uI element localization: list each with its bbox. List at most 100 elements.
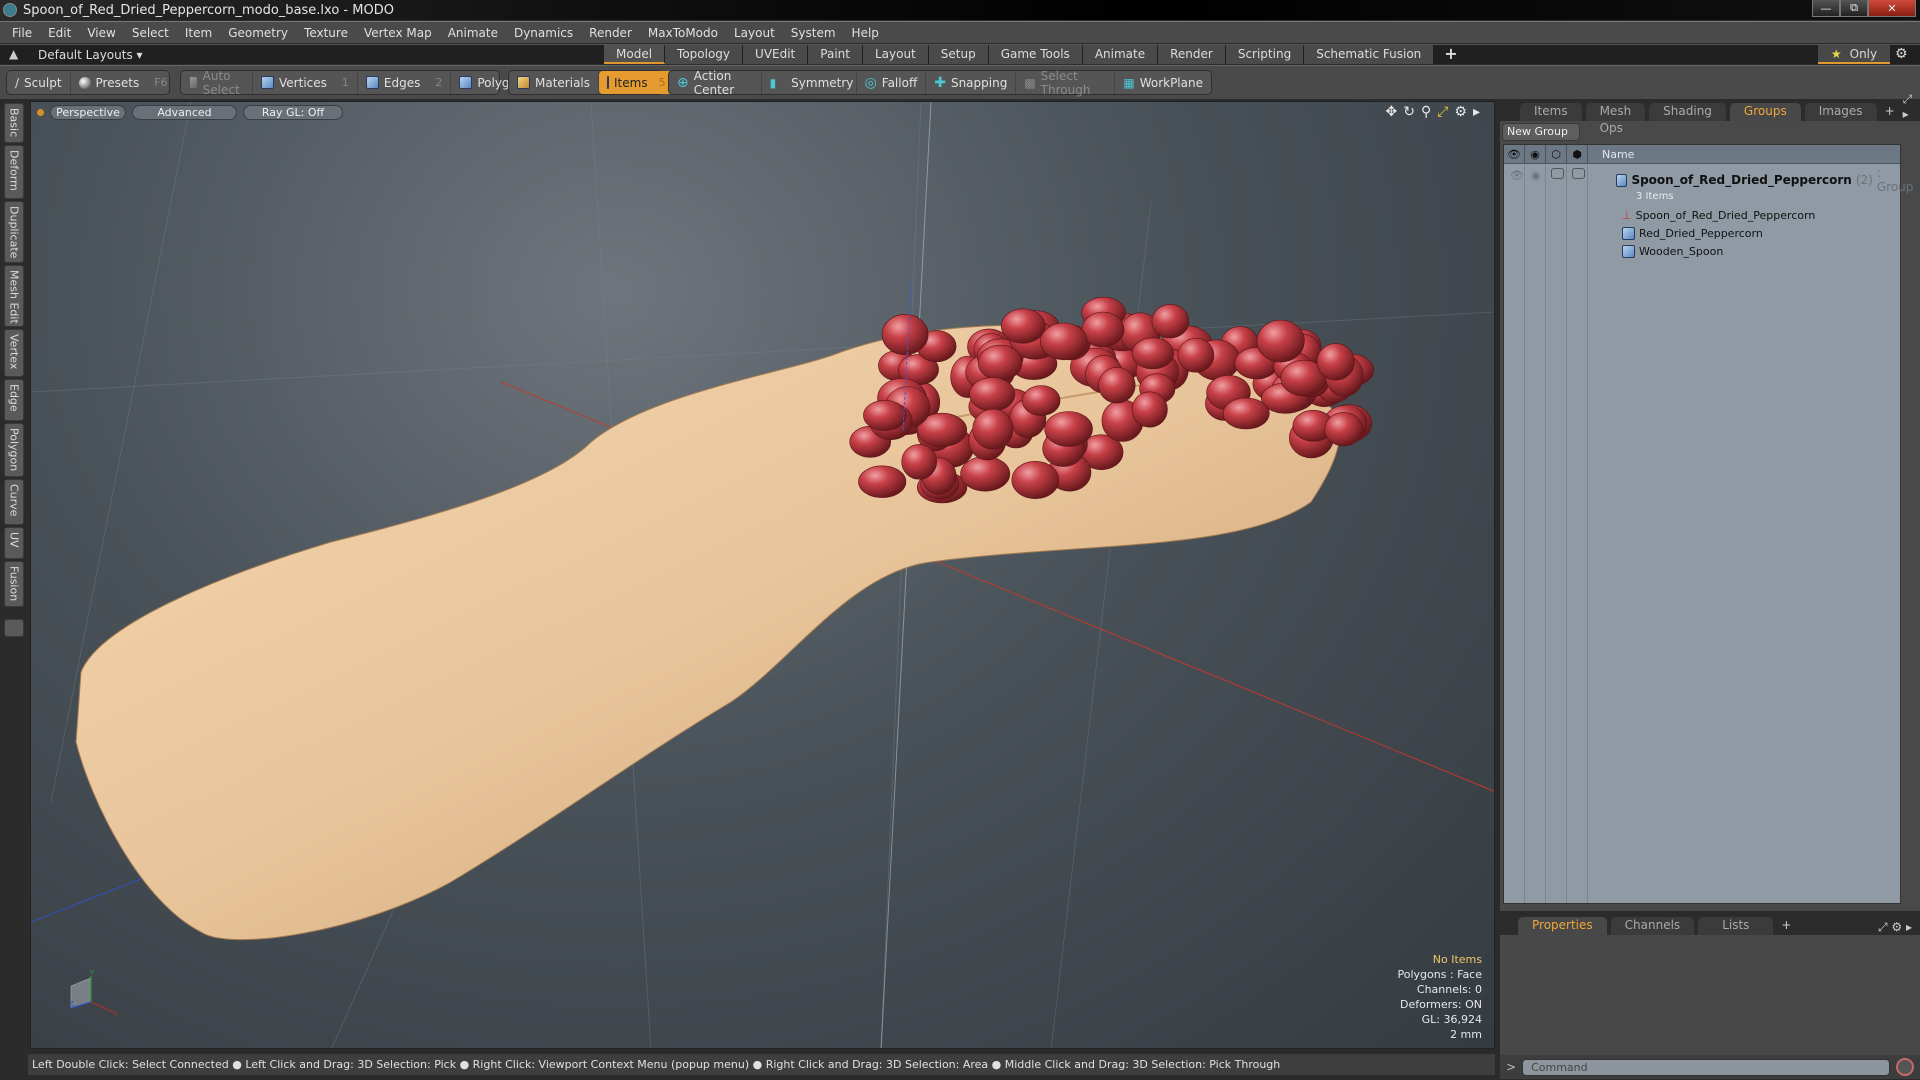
- layout-tab-scripting[interactable]: Scripting: [1225, 45, 1305, 64]
- menu-texture[interactable]: Texture: [296, 26, 356, 40]
- only-button[interactable]: ★ Only: [1818, 45, 1890, 64]
- restore-button[interactable]: ⧉: [1840, 0, 1868, 17]
- layout-tab-uvedit[interactable]: UVEdit: [743, 45, 809, 64]
- left-tab-edge[interactable]: Edge: [4, 379, 24, 421]
- close-button[interactable]: ✕: [1868, 0, 1916, 17]
- group-row[interactable]: Spoon_of_Red_Dried_Peppercorn (2) : Grou…: [1616, 166, 1915, 194]
- left-tab-duplicate[interactable]: Duplicate: [4, 201, 24, 263]
- symmetry-button[interactable]: ▮ Symmetry: [762, 71, 857, 94]
- tree-item-wooden-spoon[interactable]: Wooden_Spoon: [1622, 245, 1723, 258]
- menu-dynamics[interactable]: Dynamics: [506, 26, 581, 40]
- layout-tab-animate[interactable]: Animate: [1082, 45, 1159, 64]
- command-input[interactable]: Command: [1522, 1058, 1891, 1076]
- row-lock-toggle[interactable]: [1551, 168, 1564, 179]
- row-render-camera-icon[interactable]: ◉: [1531, 169, 1541, 182]
- layouts-dropdown[interactable]: Default Layouts ▾: [38, 48, 143, 62]
- vertices-button[interactable]: Vertices 1: [253, 71, 358, 94]
- menu-maxtomodo[interactable]: MaxToModo: [640, 26, 726, 40]
- lock-cube-icon[interactable]: ⬡: [1546, 145, 1567, 163]
- left-tab-basic[interactable]: Basic: [4, 103, 24, 143]
- viewport-menu-arrow-icon[interactable]: ▸: [1473, 104, 1480, 120]
- tab-groups[interactable]: Groups: [1729, 103, 1801, 121]
- workplane-button[interactable]: ▦ WorkPlane: [1115, 71, 1211, 94]
- row-visibility-eye-icon[interactable]: 👁: [1510, 169, 1524, 182]
- select-cube-icon[interactable]: ⬢: [1567, 145, 1588, 163]
- menu-vertex-map[interactable]: Vertex Map: [356, 26, 440, 40]
- add-properties-tab-button[interactable]: +: [1777, 917, 1795, 935]
- left-tab-deform[interactable]: Deform: [4, 145, 24, 199]
- name-column-header[interactable]: Name: [1588, 145, 1634, 163]
- shading-dropdown[interactable]: Advanced: [132, 104, 237, 120]
- tab-channels[interactable]: Channels: [1610, 917, 1695, 935]
- auto-select-button[interactable]: Auto Select: [181, 69, 254, 97]
- left-tab-label: Edge: [7, 384, 21, 412]
- view-type-dropdown[interactable]: Perspective: [50, 104, 126, 120]
- left-tab-mesh-edit[interactable]: Mesh Edit: [4, 265, 24, 327]
- pan-icon[interactable]: ✥: [1385, 104, 1397, 120]
- viewport-gear-icon[interactable]: ⚙: [1454, 104, 1467, 120]
- add-layout-tab-button[interactable]: +: [1434, 45, 1469, 64]
- collapse-arrow-icon[interactable]: ▲: [9, 47, 18, 61]
- gear-icon[interactable]: ⚙: [1895, 46, 1908, 62]
- menu-help[interactable]: Help: [844, 26, 887, 40]
- menu-geometry[interactable]: Geometry: [220, 26, 296, 40]
- tab-mesh-ops[interactable]: Mesh Ops: [1585, 103, 1646, 135]
- left-tab-curve[interactable]: Curve: [4, 479, 24, 525]
- menu-file[interactable]: File: [4, 26, 40, 40]
- tab-properties[interactable]: Properties: [1518, 917, 1607, 935]
- expand-panel-icon[interactable]: ⤢ ▸: [1903, 92, 1913, 121]
- layout-tab-game-tools[interactable]: Game Tools: [988, 45, 1083, 64]
- menu-render[interactable]: Render: [581, 26, 640, 40]
- tab-shading[interactable]: Shading: [1649, 103, 1726, 121]
- items-button[interactable]: Items 5: [599, 71, 674, 94]
- new-group-button[interactable]: New Group: [1502, 123, 1580, 141]
- maximize-icon[interactable]: ⤢: [1437, 104, 1448, 120]
- left-tab-polygon[interactable]: Polygon: [4, 423, 24, 477]
- edges-button[interactable]: Edges 2: [358, 71, 452, 94]
- menu-item[interactable]: Item: [177, 26, 220, 40]
- select-through-button[interactable]: ▩ Select Through: [1016, 69, 1116, 97]
- left-tab-label: Basic: [7, 108, 21, 138]
- layout-tab-render[interactable]: Render: [1158, 45, 1226, 64]
- menu-view[interactable]: View: [79, 26, 123, 40]
- menu-layout[interactable]: Layout: [726, 26, 783, 40]
- tab-items[interactable]: Items: [1520, 103, 1582, 121]
- menu-animate[interactable]: Animate: [440, 26, 506, 40]
- left-tab-vertex[interactable]: Vertex: [4, 329, 24, 377]
- layout-tab-schematic-fusion[interactable]: Schematic Fusion: [1304, 45, 1435, 64]
- minimize-button[interactable]: —: [1812, 0, 1840, 17]
- tab-images[interactable]: Images: [1804, 103, 1877, 121]
- properties-expand-gear-icon[interactable]: ⤢ ⚙ ▸: [1878, 920, 1912, 935]
- sculpt-button[interactable]: ∕ Sculpt: [7, 71, 71, 94]
- menu-system[interactable]: System: [783, 26, 844, 40]
- 3d-viewport[interactable]: Perspective Advanced Ray GL: Off ✥ ↻ ⚲ ⤢…: [30, 101, 1495, 1049]
- left-tab-uv[interactable]: UV: [4, 527, 24, 559]
- action-center-button[interactable]: ⊕ Action Center: [669, 69, 762, 97]
- visibility-eye-icon[interactable]: 👁: [1504, 145, 1525, 163]
- left-tab-fusion[interactable]: Fusion: [4, 561, 24, 607]
- render-camera-icon[interactable]: ◉: [1525, 145, 1546, 163]
- rotate-icon[interactable]: ↻: [1403, 104, 1415, 120]
- left-tab-extra-button[interactable]: [4, 619, 24, 637]
- layout-tab-setup[interactable]: Setup: [928, 45, 989, 64]
- gizmo-x-label: X: [113, 1010, 118, 1018]
- menu-select[interactable]: Select: [124, 26, 177, 40]
- tab-lists[interactable]: Lists: [1698, 917, 1774, 935]
- layout-tab-layout[interactable]: Layout: [862, 45, 929, 64]
- row-select-toggle[interactable]: [1572, 168, 1585, 179]
- layout-tab-paint[interactable]: Paint: [808, 45, 863, 64]
- zoom-icon[interactable]: ⚲: [1421, 104, 1431, 120]
- record-macro-button[interactable]: [1896, 1058, 1915, 1076]
- materials-button[interactable]: Materials: [509, 71, 600, 94]
- presets-button[interactable]: Presets F6: [71, 71, 176, 94]
- tree-item-red-dried-peppercorn[interactable]: Red_Dried_Peppercorn: [1622, 227, 1763, 240]
- falloff-button[interactable]: ◎ Falloff: [857, 71, 927, 94]
- menu-edit[interactable]: Edit: [40, 26, 79, 40]
- layout-tab-topology[interactable]: Topology: [665, 45, 744, 64]
- raygl-toggle[interactable]: Ray GL: Off: [243, 104, 343, 120]
- viewport-status-dot[interactable]: [37, 108, 44, 116]
- layout-tab-model[interactable]: Model: [604, 45, 666, 64]
- add-tab-button[interactable]: +: [1881, 103, 1899, 121]
- snapping-button[interactable]: ✚ Snapping: [926, 71, 1017, 94]
- tree-item-locator[interactable]: ⊥ Spoon_of_Red_Dried_Peppercorn: [1622, 209, 1815, 222]
